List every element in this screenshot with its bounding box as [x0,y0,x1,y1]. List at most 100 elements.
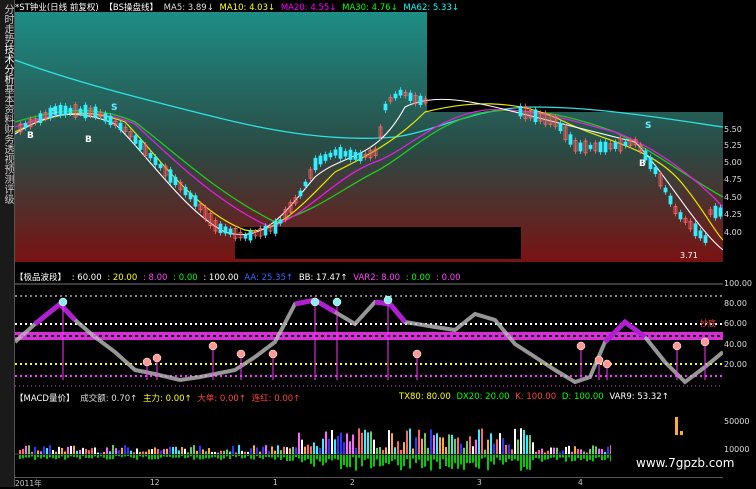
macd-bar [337,455,339,460]
macd-bar [553,455,555,458]
macd-bar [235,455,237,458]
tab-rating[interactable]: 预测评级 [1,164,13,204]
tab-technical[interactable]: 技术分析 [1,44,13,84]
macd-bar [331,455,333,461]
macd-bar [559,455,561,458]
macd-bar [268,455,270,458]
ma5-value: MA5: 3.89↓ [163,3,214,13]
macd-bar [58,455,60,459]
volume-bar [400,449,402,454]
price-tick: 5.50 [724,125,742,134]
macd-bar [124,455,126,457]
volume-bar [577,449,579,454]
macd-bar [184,455,186,459]
volume-bar [223,450,225,454]
macd-bar [586,455,588,462]
macd-bar [595,455,597,459]
macd-bar [550,455,552,458]
macd-bar [166,455,168,457]
volume-bar [232,445,234,454]
volume-bar [154,447,156,454]
macd-bar [355,455,357,471]
tab-financials[interactable]: 财务透视 [1,124,13,164]
band-indicator-chart[interactable]: 抄底 [13,282,725,390]
signal-ball [594,355,604,365]
signal-ball [142,357,152,367]
macd-bar [520,455,522,471]
volume-bar [604,452,606,454]
volume-bar [445,446,447,454]
macd-bar [163,455,165,457]
macd-bar [214,455,216,457]
volume-chart[interactable] [15,403,723,477]
volume-bar [343,442,345,454]
macd-bar [457,455,459,469]
macd-bar [73,455,75,457]
volume-bar [502,438,504,454]
volume-bar [565,446,567,454]
price-chart[interactable]: B S S B B S 3.71 [14,12,724,262]
macd-bar [82,455,84,457]
volume-bar [349,441,351,454]
volume-bar [319,447,321,454]
macd-bar [535,455,537,459]
tab-fundamentals[interactable]: 基本资料 [1,84,13,124]
macd-bar [601,455,603,461]
volume-bar [136,448,138,454]
price-tick: 5.25 [724,141,742,150]
macd-bar [76,455,78,458]
volume-bar [82,447,84,454]
signal-ball [332,297,342,307]
ma62-value: MA62: 5.33↓ [403,3,459,13]
volume-bar [211,451,213,454]
volume-bar [76,450,78,454]
volume-bar [265,445,267,454]
macd-bar [307,455,309,460]
signal-ball [268,349,278,359]
macd-bar [55,455,57,460]
volume-bar [37,450,39,454]
macd-bar [346,455,348,468]
macd-bar [370,455,372,469]
volume-bar [460,443,462,454]
macd-bar [208,455,210,459]
volume-bar [550,447,552,454]
volume-bar [532,442,534,454]
volume-bar [394,447,396,454]
ma20-value: MA20: 4.55↓ [280,3,337,13]
volume-bar [133,452,135,454]
tab-intraday[interactable]: 分时走势 [1,4,13,44]
volume-bars [19,428,612,471]
volume-bar [373,439,375,454]
macd-bar [202,455,204,460]
macd-bar [460,455,462,465]
macd-bar [199,455,201,460]
macd-bar [253,455,255,460]
macd-bar [160,455,162,458]
volume-bar [31,451,33,454]
volume-bar [340,432,342,454]
ma30-value: MA30: 4.76↓ [342,3,398,13]
volume-bar [574,446,576,454]
volume-bar [568,445,570,454]
volume-bar [322,438,324,454]
volume-bar [490,433,492,454]
volume-bar [385,447,387,454]
macd-bar [175,455,177,458]
macd-bar [91,455,93,459]
sidebar: 分时走势 技术分析 基本资料 财务透视 预测评级 [0,0,15,487]
macd-bar [46,455,48,459]
date-label: 3 [477,478,482,487]
volume-bar [598,448,600,454]
macd-bar [508,455,510,459]
volume-bar [535,451,537,454]
volume-bar [457,437,459,454]
macd-bar [322,455,324,466]
volume-bar [163,449,165,454]
macd-bar [238,455,240,457]
volume-bar [271,446,273,454]
volume-bar [331,429,333,454]
volume-bar [97,452,99,454]
macd-bar [478,455,480,469]
macd-bar [298,455,300,459]
